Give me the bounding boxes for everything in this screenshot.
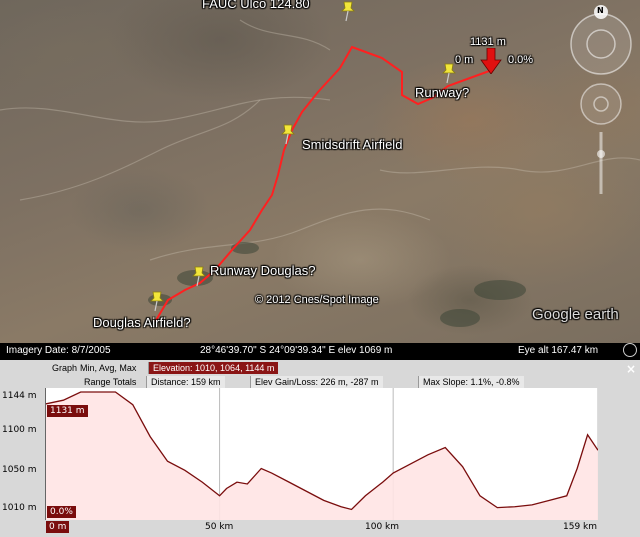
range-totals-label: Range Totals — [84, 377, 137, 387]
google-earth-logo: Google earth — [532, 306, 619, 323]
x-tick-label: 50 km — [205, 522, 234, 532]
eye-altitude: Eye alt 167.47 km — [518, 345, 599, 356]
map-pin-icon[interactable] — [340, 0, 356, 22]
status-bar: Imagery Date: 8/7/2005 28°46'39.70" S 24… — [0, 343, 640, 360]
placemark-label[interactable]: Smidsdrift Airfield — [302, 137, 402, 152]
graph-label: Graph — [52, 363, 78, 373]
imagery-copyright: © 2012 Cnes/Spot Image — [255, 294, 379, 306]
x-tick-label: 159 km — [563, 522, 598, 532]
graph-mode[interactable]: Min, Avg, Max — [76, 362, 140, 374]
cursor-coordinates: 28°46'39.70" S 24°09'39.34" E elev 1069 … — [200, 345, 393, 356]
marker-distance: 0 m — [455, 54, 474, 66]
y-tick-label: 1100 m — [2, 425, 37, 435]
elevation-chart[interactable] — [45, 388, 598, 520]
elevation-area — [46, 392, 598, 520]
cursor-slope-readout: 0.0% — [47, 506, 76, 518]
map-overlay — [0, 19, 640, 327]
elevation-chart-svg — [46, 388, 598, 520]
y-tick-label: 1010 m — [2, 503, 37, 513]
map-pin-icon[interactable] — [149, 290, 165, 312]
y-tick-label: 1144 m — [2, 391, 37, 401]
map-view[interactable]: FAUC Ulco 124.80 Runway? Smidsdrift Airf… — [0, 0, 640, 343]
close-icon[interactable]: × — [626, 362, 636, 376]
marker-elevation: 1131 m — [470, 36, 506, 48]
map-pin-icon[interactable] — [280, 123, 296, 145]
position-arrow-icon — [480, 48, 502, 74]
placemark-label[interactable]: FAUC Ulco 124.80 — [202, 0, 310, 11]
marker-slope: 0.0% — [508, 54, 534, 66]
y-tick-label: 1050 m — [2, 465, 37, 475]
cursor-elevation-readout: 1131 m — [47, 405, 88, 417]
elev-gain-loss-stat[interactable]: Elev Gain/Loss: 226 m, -287 m — [250, 376, 383, 388]
placemark-label[interactable]: Douglas Airfield? — [93, 315, 191, 330]
cursor-distance-readout: 0 m — [46, 521, 70, 533]
placemark-label[interactable]: Runway? — [415, 85, 469, 100]
map-pin-icon[interactable] — [191, 265, 207, 287]
elevation-stat-tab[interactable]: Elevation: 1010, 1064, 1144 m — [148, 362, 279, 374]
x-tick-label: 100 km — [365, 522, 400, 532]
max-slope-stat[interactable]: Max Slope: 1.1%, -0.8% — [418, 376, 524, 388]
distance-stat[interactable]: Distance: 159 km — [146, 376, 225, 388]
placemark-label[interactable]: Runway Douglas? — [210, 263, 316, 278]
navigation-controls[interactable] — [565, 4, 637, 204]
north-indicator[interactable]: N — [597, 6, 604, 15]
status-indicator-icon — [623, 343, 637, 357]
imagery-date: Imagery Date: 8/7/2005 — [6, 345, 111, 356]
